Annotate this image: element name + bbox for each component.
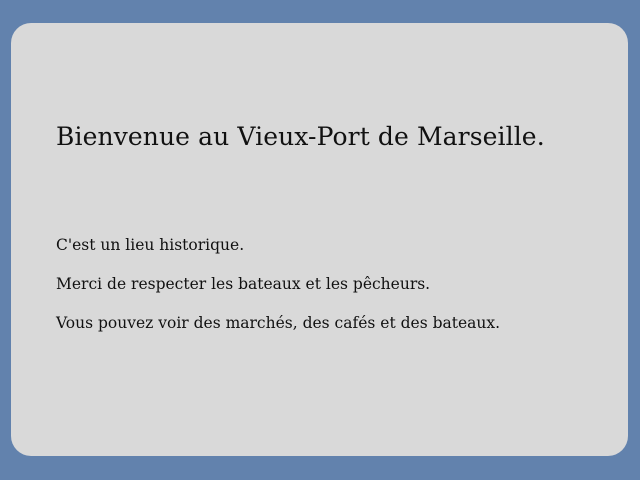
body-line: C'est un lieu historique. — [56, 236, 245, 254]
body-line: Merci de respecter les bateaux et les pê… — [56, 275, 431, 293]
card-title: Bienvenue au Vieux-Port de Marseille. — [56, 122, 545, 151]
screen-background: Bienvenue au Vieux-Port de Marseille. C'… — [0, 0, 640, 480]
body-line: Vous pouvez voir des marchés, des cafés … — [56, 314, 501, 332]
message-card: Bienvenue au Vieux-Port de Marseille. C'… — [11, 23, 628, 456]
card-body: C'est un lieu historique. Merci de respe… — [56, 234, 500, 351]
